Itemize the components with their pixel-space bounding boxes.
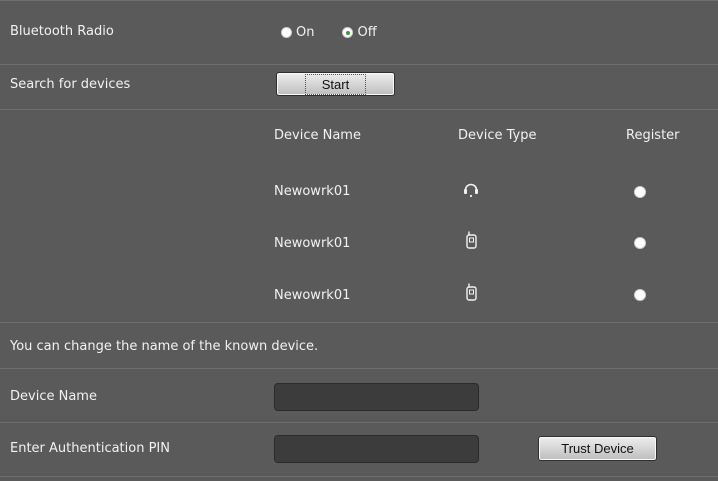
device-row-3-name: Newowrk01 [274, 288, 351, 303]
trust-device-button[interactable]: Trust Device [538, 436, 657, 461]
pin-input[interactable] [274, 435, 479, 463]
handset-icon [466, 283, 477, 301]
pin-label: Enter Authentication PIN [10, 441, 170, 456]
bluetooth-off-radio[interactable] [342, 27, 354, 38]
device-name-label: Device Name [10, 389, 97, 404]
device-name-input[interactable] [274, 383, 479, 411]
start-search-button-label: Start [304, 73, 367, 95]
header-device-type: Device Type [458, 128, 537, 143]
header-device-name: Device Name [274, 128, 361, 143]
device-row-3-register-radio[interactable] [634, 289, 646, 301]
bluetooth-radio-group: On Off [281, 25, 405, 40]
device-row-1-name: Newowrk01 [274, 184, 351, 199]
bluetooth-on-option[interactable]: On [281, 25, 314, 40]
header-register: Register [626, 128, 680, 143]
bluetooth-on-label: On [296, 25, 315, 40]
bluetooth-on-radio[interactable] [281, 27, 292, 38]
rename-info-text: You can change the name of the known dev… [10, 339, 319, 354]
device-row-2-register-radio[interactable] [634, 237, 646, 249]
bluetooth-radio-label: Bluetooth Radio [10, 24, 114, 39]
bluetooth-off-label: Off [357, 25, 377, 40]
start-search-button[interactable]: Start [276, 72, 395, 96]
handset-icon [466, 231, 477, 249]
headset-icon [464, 183, 478, 198]
device-row-2-name: Newowrk01 [274, 236, 351, 251]
bluetooth-off-option[interactable]: Off [342, 25, 377, 40]
device-row-1-register-radio[interactable] [634, 186, 646, 198]
search-devices-label: Search for devices [10, 77, 131, 92]
